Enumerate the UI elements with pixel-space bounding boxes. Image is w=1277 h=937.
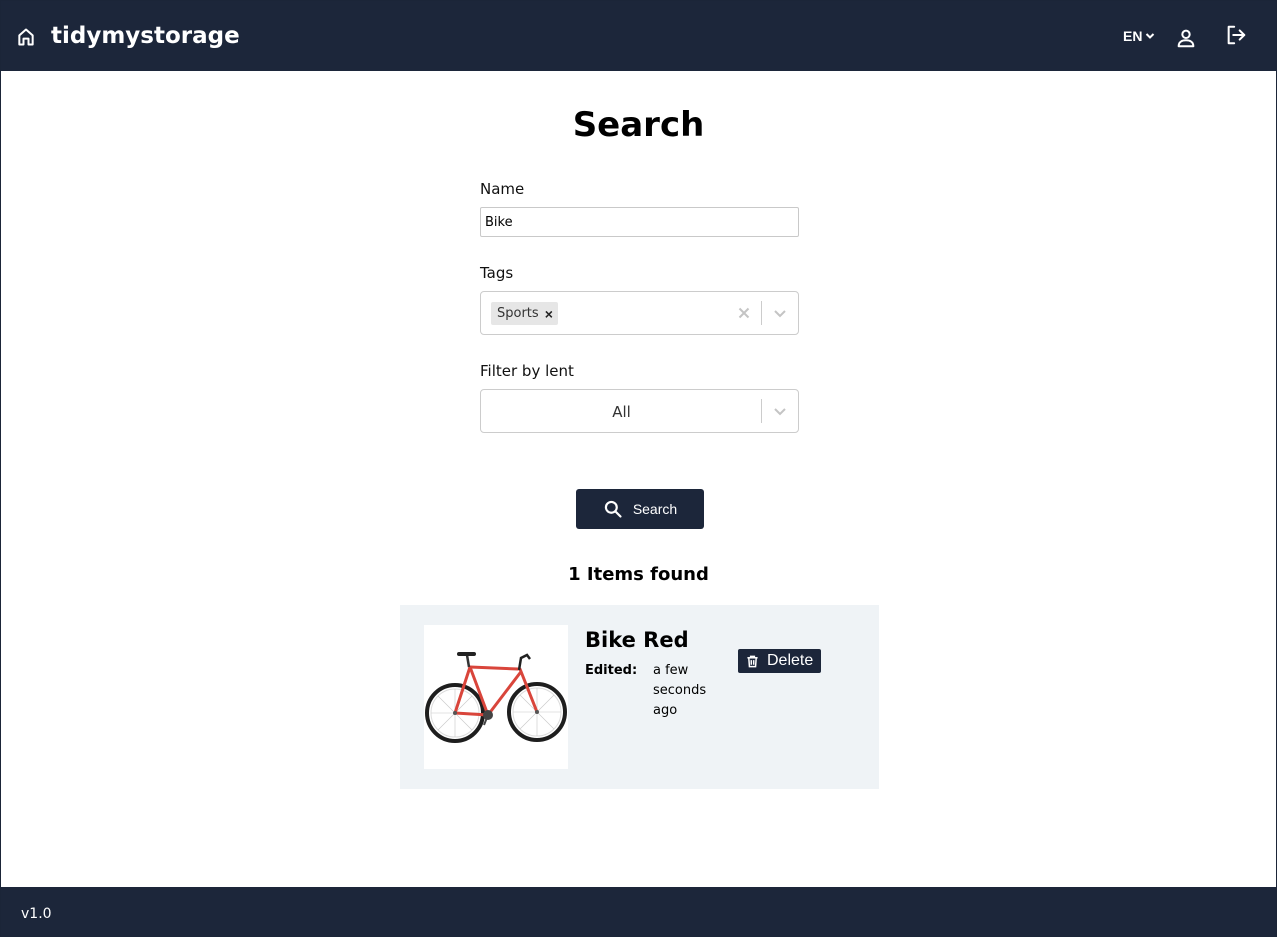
lent-filter-label: Filter by lent	[480, 362, 574, 380]
name-input[interactable]	[480, 207, 799, 237]
top-navbar: tidymystorage EN	[1, 1, 1276, 71]
item-thumbnail[interactable]	[424, 625, 568, 769]
chevron-down-icon[interactable]	[772, 403, 788, 419]
results-count: 1 Items found	[568, 564, 709, 585]
footer: v1.0	[1, 887, 1276, 936]
edited-label: Edited:	[585, 663, 638, 678]
select-divider	[761, 399, 762, 423]
search-icon	[604, 500, 622, 518]
lent-filter-select[interactable]: All	[480, 389, 799, 433]
chevron-down-icon[interactable]	[772, 305, 788, 321]
tag-chip-label: Sports	[497, 306, 539, 321]
version-label: v1.0	[21, 906, 52, 922]
chevron-down-icon	[1146, 33, 1155, 39]
clear-icon[interactable]	[736, 305, 752, 321]
result-card[interactable]: Bike Red Edited: a few seconds ago Delet…	[400, 605, 879, 789]
home-icon[interactable]	[16, 27, 36, 47]
page-title: Search	[572, 105, 705, 145]
select-divider	[761, 301, 762, 325]
tag-remove-icon[interactable]: ×	[542, 306, 558, 322]
tag-chip: Sports ×	[491, 302, 558, 325]
delete-button[interactable]: Delete	[738, 649, 822, 673]
language-label: EN	[1123, 28, 1143, 44]
tags-select[interactable]: Sports ×	[480, 291, 799, 335]
edited-value: a few seconds ago	[653, 663, 707, 718]
delete-button-label: Delete	[767, 652, 814, 669]
tags-label: Tags	[480, 264, 514, 282]
search-button-label: Search	[632, 501, 678, 517]
user-icon[interactable]	[1175, 27, 1197, 49]
brand-title[interactable]: tidymystorage	[51, 23, 240, 49]
name-label: Name	[480, 180, 525, 198]
item-name[interactable]: Bike Red	[585, 628, 689, 652]
language-selector[interactable]: EN	[1123, 28, 1155, 44]
bike-image	[425, 652, 567, 743]
logout-icon[interactable]	[1225, 24, 1247, 46]
lent-filter-value: All	[612, 403, 631, 421]
trash-icon	[747, 655, 758, 667]
search-button[interactable]: Search	[576, 489, 704, 529]
